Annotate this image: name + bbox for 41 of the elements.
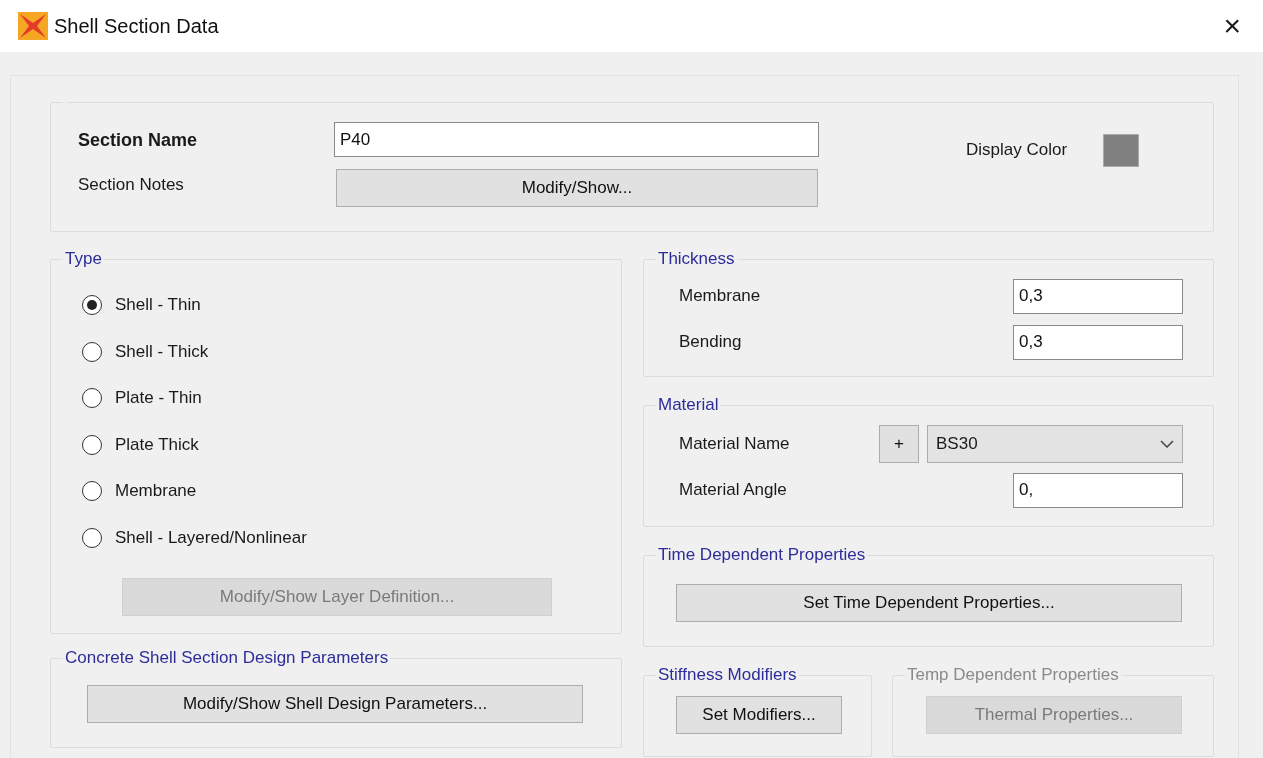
group-title: Concrete Shell Section Design Parameters bbox=[65, 648, 389, 667]
radio-label: Plate Thick bbox=[115, 434, 199, 455]
design-parameters-button[interactable]: Modify/Show Shell Design Parameters... bbox=[87, 685, 583, 723]
radio-button[interactable] bbox=[82, 527, 102, 548]
group-title: Stiffness Modifiers bbox=[658, 665, 797, 684]
chevron-down-icon bbox=[1160, 440, 1174, 448]
material-dropdown[interactable]: BS30 bbox=[927, 425, 1183, 463]
radio-label: Shell - Thick bbox=[115, 341, 209, 362]
group-title: Thickness bbox=[658, 249, 735, 268]
field-label: Display Color bbox=[966, 140, 1068, 160]
field-label: Material Name bbox=[679, 434, 790, 454]
group-title: Type bbox=[65, 249, 102, 268]
radio-button[interactable] bbox=[82, 341, 102, 362]
modify-show-button[interactable]: Modify/Show... bbox=[336, 169, 818, 207]
window-title: Shell Section Data bbox=[54, 14, 220, 38]
radio-label: Shell - Thin bbox=[115, 295, 201, 316]
input-field[interactable]: 0,3 bbox=[1013, 324, 1183, 360]
field-label: Section Notes bbox=[78, 174, 185, 196]
input-field[interactable]: 0,3 bbox=[1013, 278, 1183, 314]
group-title: Temp Dependent Properties bbox=[907, 665, 1119, 684]
field-label: Material Angle bbox=[679, 480, 787, 500]
input-field[interactable]: 0, bbox=[1013, 472, 1183, 508]
field-label: Membrane bbox=[679, 286, 761, 306]
app-icon bbox=[18, 12, 48, 40]
radio-button[interactable] bbox=[82, 295, 102, 316]
add-button[interactable]: + bbox=[879, 425, 919, 463]
radio-label: Shell - Layered/Nonlinear bbox=[115, 527, 307, 548]
group-title: Time Dependent Properties bbox=[658, 545, 866, 564]
field-label: Section Name bbox=[78, 129, 199, 152]
radio-button[interactable] bbox=[82, 388, 102, 409]
set-modifiers-button[interactable]: Set Modifiers... bbox=[676, 696, 842, 734]
close-icon[interactable]: × bbox=[1223, 15, 1241, 37]
radio-label: Plate - Thin bbox=[115, 388, 202, 409]
radio-label: Membrane bbox=[115, 481, 197, 502]
radio-button[interactable] bbox=[82, 434, 102, 455]
input-field[interactable]: P40 bbox=[334, 122, 819, 157]
group-title: Material bbox=[658, 395, 719, 414]
field-label: Bending bbox=[679, 332, 742, 352]
radio-button[interactable] bbox=[82, 481, 102, 502]
color-swatch[interactable] bbox=[1103, 133, 1140, 167]
time-dependent-button[interactable]: Set Time Dependent Properties... bbox=[676, 584, 1182, 622]
